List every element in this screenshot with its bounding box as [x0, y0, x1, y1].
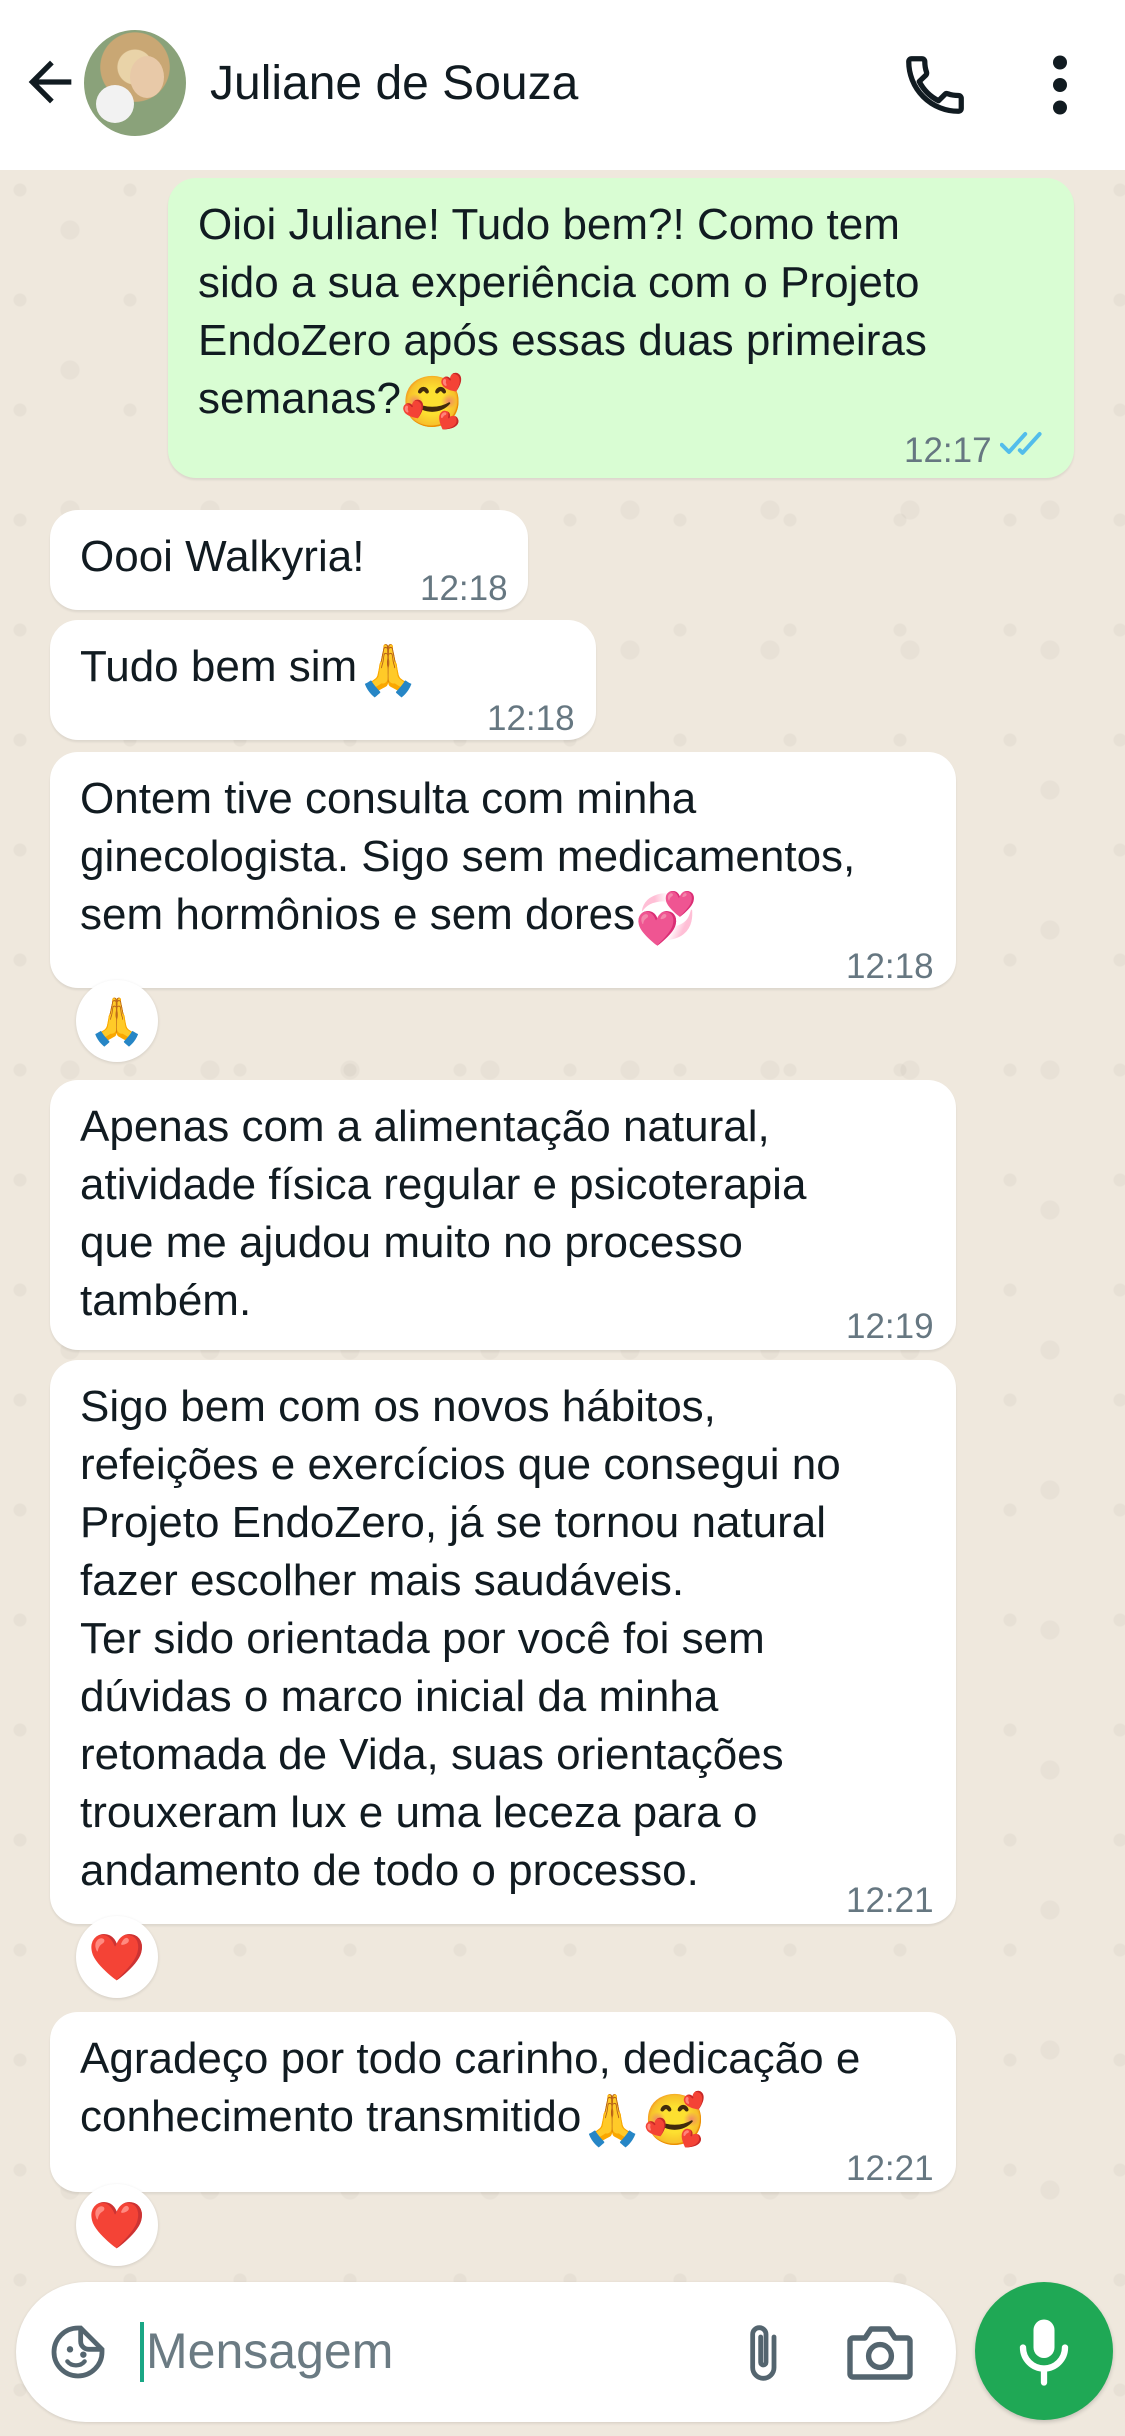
message-emoji: 💞	[635, 890, 698, 946]
outgoing-message[interactable]: Oioi Juliane! Tudo bem?! Como tem sido a…	[168, 178, 1074, 478]
message-reaction[interactable]: 🙏	[76, 980, 158, 1062]
incoming-message[interactable]: Agradeço por todo carinho, dedicação e c…	[50, 2012, 956, 2192]
read-ticks-icon	[1000, 432, 1042, 455]
message-text: Apenas com a alimentação natural, ativid…	[80, 1102, 807, 1325]
incoming-message[interactable]: Ontem tive consulta com minha ginecologi…	[50, 752, 956, 988]
chat-header: Juliane de Souza	[0, 0, 1125, 170]
message-reaction[interactable]: ❤️	[76, 2184, 158, 2266]
mic-button[interactable]	[975, 2282, 1113, 2420]
message-emoji: 🙏	[357, 642, 420, 698]
message-time: 12:18	[420, 569, 508, 608]
message-time: 12:18	[846, 947, 934, 986]
message-reaction[interactable]: ❤️	[76, 1916, 158, 1998]
phone-icon[interactable]	[900, 50, 970, 120]
message-text: Oooi Walkyria!	[80, 532, 365, 581]
message-time: 12:19	[846, 1307, 934, 1346]
incoming-message[interactable]: Oooi Walkyria! 12:18	[50, 510, 528, 610]
message-text: Ontem tive consulta com minha ginecologi…	[80, 774, 856, 946]
attach-icon[interactable]	[730, 2318, 794, 2388]
sticker-icon[interactable]	[46, 2320, 110, 2384]
camera-icon[interactable]	[844, 2322, 916, 2384]
message-text: Oioi Juliane! Tudo bem?! Como tem sido a…	[198, 200, 927, 430]
back-arrow-icon[interactable]	[18, 50, 82, 114]
avatar[interactable]	[84, 30, 186, 136]
message-composer[interactable]: Mensagem	[16, 2282, 956, 2422]
message-time: 12:17	[904, 431, 992, 470]
incoming-message[interactable]: Sigo bem com os novos hábitos, refeições…	[50, 1360, 956, 1924]
avatar-face	[130, 56, 164, 98]
message-emoji: 🙏🥰	[581, 2092, 706, 2148]
message-time: 12:21	[846, 1881, 934, 1920]
message-text: Agradeço por todo carinho, dedicação e c…	[80, 2034, 861, 2148]
incoming-message[interactable]: Tudo bem sim🙏 12:18	[50, 620, 596, 740]
message-text: Sigo bem com os novos hábitos, refeições…	[80, 1382, 841, 1895]
message-text: Tudo bem sim🙏	[80, 642, 420, 698]
text-cursor	[140, 2322, 144, 2382]
more-vert-icon[interactable]	[1040, 50, 1080, 120]
mic-icon	[1019, 2319, 1069, 2386]
avatar-dog	[96, 85, 134, 123]
message-time: 12:18	[487, 699, 575, 738]
contact-name[interactable]: Juliane de Souza	[210, 56, 578, 111]
message-time: 12:21	[846, 2149, 934, 2188]
message-emoji: 🥰	[401, 374, 464, 430]
incoming-message[interactable]: Apenas com a alimentação natural, ativid…	[50, 1080, 956, 1350]
message-input[interactable]: Mensagem	[146, 2322, 393, 2380]
